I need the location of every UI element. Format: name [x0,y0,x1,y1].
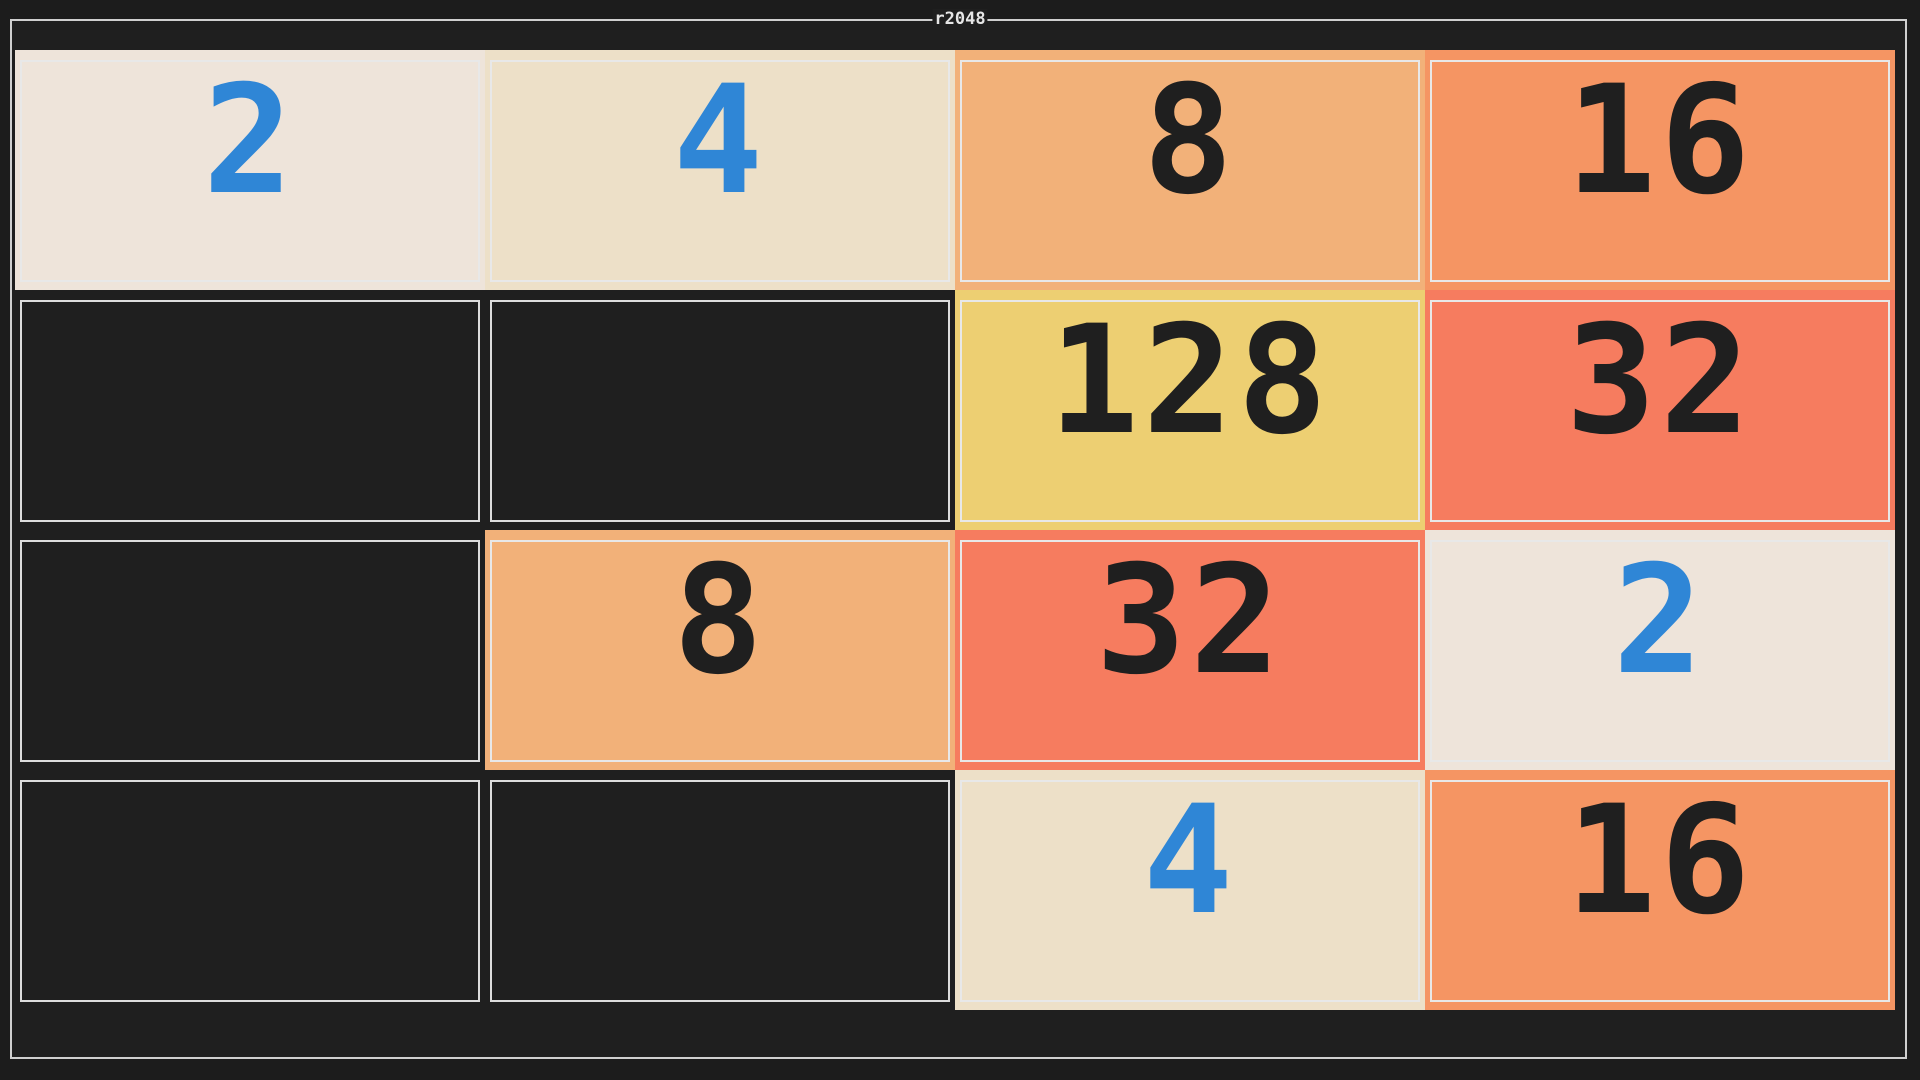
tile-value: 32 [1095,534,1285,708]
empty-cell [15,770,485,1010]
tile-16: 16 [1425,770,1895,1010]
window-title: r2048 [932,9,988,29]
cell-border [490,780,950,1002]
tile-value: 16 [1565,774,1755,948]
tile-value: 128 [1048,294,1332,468]
empty-cell [485,770,955,1010]
tile-8: 8 [955,50,1425,290]
cell-border [20,780,480,1002]
tile-value: 2 [202,54,298,228]
game-board[interactable]: 2 4 8 16 128 32 8 32 2 4 16 [15,50,1895,1010]
tile-32: 32 [955,530,1425,770]
empty-cell [15,530,485,770]
tile-value: 16 [1565,54,1755,228]
cell-border [20,300,480,522]
cell-border [490,300,950,522]
empty-cell [15,290,485,530]
tile-value: 4 [1142,774,1238,948]
tile-value: 8 [672,534,768,708]
tile-value: 8 [1142,54,1238,228]
tile-8: 8 [485,530,955,770]
tile-2: 2 [15,50,485,290]
tile-32: 32 [1425,290,1895,530]
empty-cell [485,290,955,530]
tile-16: 16 [1425,50,1895,290]
tile-value: 4 [672,54,768,228]
terminal-window: r2048 2 4 8 16 128 32 8 32 2 4 16 [0,0,1920,1080]
tile-4: 4 [955,770,1425,1010]
cell-border [20,540,480,762]
tile-value: 32 [1565,294,1755,468]
tile-2: 2 [1425,530,1895,770]
tile-value: 2 [1612,534,1708,708]
tile-128: 128 [955,290,1425,530]
tile-4: 4 [485,50,955,290]
